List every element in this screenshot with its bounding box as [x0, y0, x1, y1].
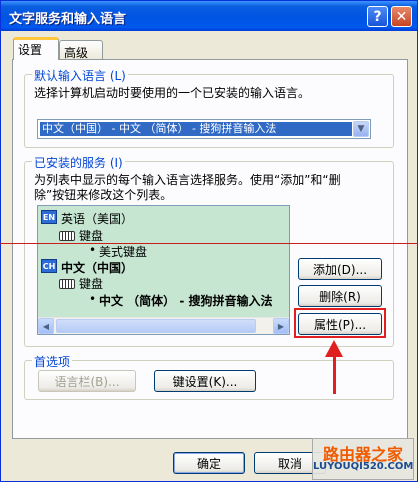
default-language-selected: 中文（中国） - 中文 （简体） - 搜狗拼音输入法 [40, 122, 352, 136]
dialog-window: 文字服务和输入语言 ? ✕ 设置 高级 默认输入语言 (L) 选择计算机启动时要… [0, 0, 418, 482]
help-button[interactable]: ? [367, 6, 388, 27]
services-tree[interactable]: EN 英语（美国） 键盘 • 美式键盘 CH 中文（中国） 键盘 • 中文 （简… [37, 205, 290, 335]
default-language-select[interactable]: 中文（中国） - 中文 （简体） - 搜狗拼音输入法 ▼ [37, 119, 371, 139]
keyboard-icon [59, 279, 75, 289]
title-bar[interactable]: 文字服务和输入语言 ? ✕ [1, 1, 417, 31]
language-bar-label: 语言栏(B)... [54, 374, 120, 389]
arrow-up-icon [325, 340, 343, 357]
add-button-label: 添加(D)... [312, 262, 368, 277]
keyboard-icon [59, 231, 75, 241]
default-language-description: 选择计算机启动时要使用的一个已安装的输入语言。 [34, 86, 311, 100]
tab-settings[interactable]: 设置 [13, 37, 59, 60]
ok-button[interactable]: 确定 [173, 452, 245, 474]
ok-button-label: 确定 [196, 456, 221, 471]
language-bar-button[interactable]: 语言栏(B)... [38, 370, 136, 392]
installed-services-legend: 已安装的服务 (I) [32, 154, 125, 171]
cancel-button-label: 取消 [277, 456, 302, 471]
tree-category-keyboard-en[interactable]: 键盘 [79, 227, 103, 244]
window-title: 文字服务和输入语言 [9, 12, 127, 27]
annotation-line [0, 243, 418, 244]
close-icon: ✕ [395, 8, 408, 25]
horizontal-scrollbar[interactable]: ◀ ▶ [38, 317, 289, 334]
bullet-icon: • [89, 243, 97, 257]
tree-item-us-keyboard[interactable]: 美式键盘 [99, 243, 147, 260]
annotation-arrow-shaft [333, 356, 336, 394]
tab-settings-label: 设置 [18, 43, 43, 57]
language-badge-ch: CH [41, 259, 57, 273]
watermark: 路由器之家 LUYOUQI520.COM [312, 438, 414, 480]
remove-button[interactable]: 删除(R) [298, 285, 382, 307]
default-language-legend: 默认输入语言 (L) [32, 67, 128, 84]
add-button[interactable]: 添加(D)... [298, 258, 382, 280]
scroll-left-icon[interactable]: ◀ [38, 318, 54, 334]
tree-category-keyboard-ch[interactable]: 键盘 [79, 275, 103, 292]
key-settings-button[interactable]: 键设置(K)... [154, 370, 256, 392]
tree-language-ch[interactable]: 中文（中国） [61, 259, 133, 276]
tab-advanced[interactable]: 高级 [59, 40, 103, 60]
tree-item-sogou-pinyin[interactable]: 中文 （简体） - 搜狗拼音输入法 [99, 292, 273, 309]
scroll-thumb[interactable] [56, 319, 256, 333]
annotation-highlight-box [294, 308, 386, 338]
tree-language-en[interactable]: 英语（美国） [61, 210, 133, 227]
key-settings-label: 键设置(K)... [172, 374, 238, 389]
watermark-url: LUYOUQI520.COM [313, 461, 414, 472]
installed-services-description-2: 除”按钮来修改这个列表。 [34, 188, 173, 202]
dropdown-arrow-icon[interactable]: ▼ [353, 121, 369, 137]
scroll-right-icon[interactable]: ▶ [273, 318, 289, 334]
remove-button-label: 删除(R) [319, 289, 361, 304]
preferences-legend: 首选项 [32, 353, 73, 370]
bullet-icon: • [89, 292, 97, 306]
help-icon: ? [373, 8, 382, 25]
language-badge-en: EN [41, 210, 57, 224]
tab-advanced-label: 高级 [64, 46, 89, 60]
close-button[interactable]: ✕ [391, 6, 412, 27]
